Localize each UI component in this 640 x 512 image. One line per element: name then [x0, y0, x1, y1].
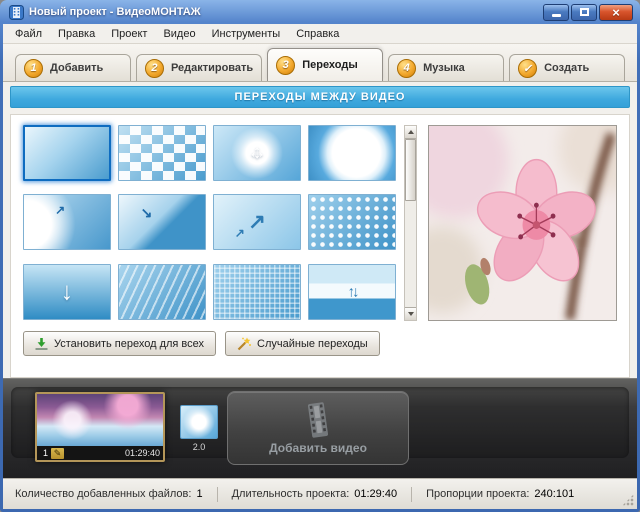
minimize-button[interactable] — [543, 4, 569, 21]
menu-help[interactable]: Справка — [288, 26, 347, 42]
apply-all-transitions-button[interactable]: Установить переход для всех — [23, 331, 216, 356]
tab-create[interactable]: ✓ Создать — [509, 54, 625, 81]
scrollbar[interactable] — [404, 125, 417, 321]
app-body: Файл Правка Проект Видео Инструменты Спр… — [3, 24, 637, 509]
menubar: Файл Правка Проект Видео Инструменты Спр… — [3, 24, 637, 44]
pattern-arrow-icon: ↗ — [248, 210, 266, 235]
transition-thumb-9[interactable]: ↓ — [23, 264, 111, 320]
tab-badge-3: 3 — [276, 56, 295, 75]
random-transitions-button[interactable]: Случайные переходы — [225, 331, 380, 356]
tabbar: 1 Добавить 2 Редактировать 3 Переходы 4 … — [3, 44, 637, 82]
transition-duration: 2.0 — [179, 442, 219, 452]
scroll-down-button[interactable] — [405, 307, 416, 320]
clip-thumbnail-image — [37, 394, 163, 446]
arrow-down-icon — [408, 312, 414, 316]
menu-video[interactable]: Видео — [155, 26, 203, 42]
section-header: ПЕРЕХОДЫ МЕЖДУ ВИДЕО — [10, 86, 630, 108]
transition-thumb-4[interactable] — [308, 125, 396, 181]
pattern-arrow-icon: ↗ — [55, 203, 65, 217]
apply-all-label: Установить переход для всех — [54, 338, 204, 350]
resize-grip[interactable] — [622, 494, 634, 506]
status-duration-label: Длительность проекта: — [232, 488, 350, 500]
transition-thumb-2[interactable] — [118, 125, 206, 181]
status-aspect-label: Пропорции проекта: — [426, 488, 529, 500]
scrollbar-thumb[interactable] — [405, 139, 416, 201]
pattern-arrow-icon: ↘ — [141, 204, 153, 221]
tab-music[interactable]: 4 Музыка — [388, 54, 504, 81]
tab-label-music: Музыка — [423, 62, 465, 74]
edit-pencil-icon[interactable]: ✎ — [51, 448, 64, 459]
tab-badge-1: 1 — [24, 59, 43, 78]
actions-row: Установить переход для всех Случайные пе… — [11, 321, 629, 356]
clip-info-bar: 1 ✎ 01:29:40 — [37, 446, 163, 460]
window-title: Новый проект - ВидеоМОНТАЖ — [29, 6, 543, 18]
status-duration-value: 01:29:40 — [354, 488, 397, 500]
menu-file[interactable]: Файл — [7, 26, 50, 42]
titlebar[interactable]: Новый проект - ВидеоМОНТАЖ × — [3, 0, 637, 24]
tab-badge-2: 2 — [145, 59, 164, 78]
film-strip-icon — [301, 400, 336, 440]
tab-edit[interactable]: 2 Редактировать — [136, 54, 262, 81]
magic-wand-icon — [237, 337, 251, 351]
status-files-label: Количество добавленных файлов: — [15, 488, 191, 500]
tab-label-transitions: Переходы — [302, 59, 358, 71]
tab-badge-check: ✓ — [518, 59, 537, 78]
pattern-arrow-icon: ↓ — [61, 277, 74, 306]
tab-label-add: Добавить — [50, 62, 103, 74]
tab-label-edit: Редактировать — [171, 62, 253, 74]
statusbar-separator — [411, 487, 412, 502]
pattern-arrow-icon: ↕ — [252, 142, 262, 164]
transition-thumb-3[interactable]: ↔ ↕ — [213, 125, 301, 181]
transition-thumb-10[interactable] — [118, 264, 206, 320]
pattern-arrow-icon: ↗ — [235, 226, 245, 240]
transition-thumb-12[interactable]: ↑↓ — [308, 264, 396, 320]
add-video-button[interactable]: Добавить видео — [227, 391, 409, 465]
arrow-up-icon — [408, 130, 414, 134]
status-files-value: 1 — [196, 488, 202, 500]
menu-tools[interactable]: Инструменты — [204, 26, 289, 42]
statusbar: Количество добавленных файлов: 1 Длитель… — [3, 478, 637, 509]
tab-label-create: Создать — [544, 62, 589, 74]
tab-badge-4: 4 — [397, 59, 416, 78]
transition-thumb-7[interactable]: ↗ ↗ — [213, 194, 301, 250]
status-duration: Длительность проекта: 01:29:40 — [232, 488, 398, 500]
tab-add[interactable]: 1 Добавить — [15, 54, 131, 81]
window-controls: × — [543, 4, 633, 21]
transition-thumb-8[interactable] — [308, 194, 396, 250]
clip-number: 1 — [40, 448, 51, 458]
pattern-arrow-icon: ↔ — [248, 142, 267, 164]
minimize-icon — [552, 14, 561, 17]
transition-thumb-11[interactable] — [213, 264, 301, 320]
transitions-panel: ↔ ↕ ↗ ↘ ↗ ↗ ↓ — [10, 114, 630, 378]
transition-mini-thumb[interactable] — [180, 405, 218, 439]
app-window: Новый проект - ВидеоМОНТАЖ × Файл Правка… — [0, 0, 640, 512]
scroll-up-button[interactable] — [405, 126, 416, 139]
maximize-icon — [580, 8, 589, 16]
green-down-arrow-icon — [35, 337, 48, 350]
transition-thumb-5[interactable]: ↗ — [23, 194, 111, 250]
status-aspect: Пропорции проекта: 240:101 — [426, 488, 574, 500]
maximize-button[interactable] — [571, 4, 597, 21]
add-video-label: Добавить видео — [269, 441, 367, 455]
statusbar-separator — [217, 487, 218, 502]
status-aspect-value: 240:101 — [534, 488, 574, 500]
transition-thumb-6[interactable]: ↘ — [118, 194, 206, 250]
timeline: 1 ✎ 01:29:40 2.0 — [3, 378, 637, 478]
status-files: Количество добавленных файлов: 1 — [15, 488, 203, 500]
tab-transitions[interactable]: 3 Переходы — [267, 48, 383, 81]
random-label: Случайные переходы — [257, 338, 368, 350]
timeline-transition: 2.0 — [179, 405, 219, 452]
preview-pane — [428, 125, 617, 321]
preview-flower-image — [429, 126, 616, 320]
menu-project[interactable]: Проект — [103, 26, 155, 42]
pattern-arrow-icon: ↑↓ — [348, 283, 357, 300]
app-icon — [9, 5, 24, 20]
transition-thumb-1[interactable] — [23, 125, 111, 181]
close-button[interactable]: × — [599, 4, 633, 21]
section-header-text: ПЕРЕХОДЫ МЕЖДУ ВИДЕО — [235, 91, 406, 103]
menu-edit[interactable]: Правка — [50, 26, 103, 42]
timeline-clip[interactable]: 1 ✎ 01:29:40 — [35, 392, 165, 462]
transitions-grid: ↔ ↕ ↗ ↘ ↗ ↗ ↓ — [23, 125, 396, 321]
clip-duration: 01:29:40 — [125, 448, 160, 458]
